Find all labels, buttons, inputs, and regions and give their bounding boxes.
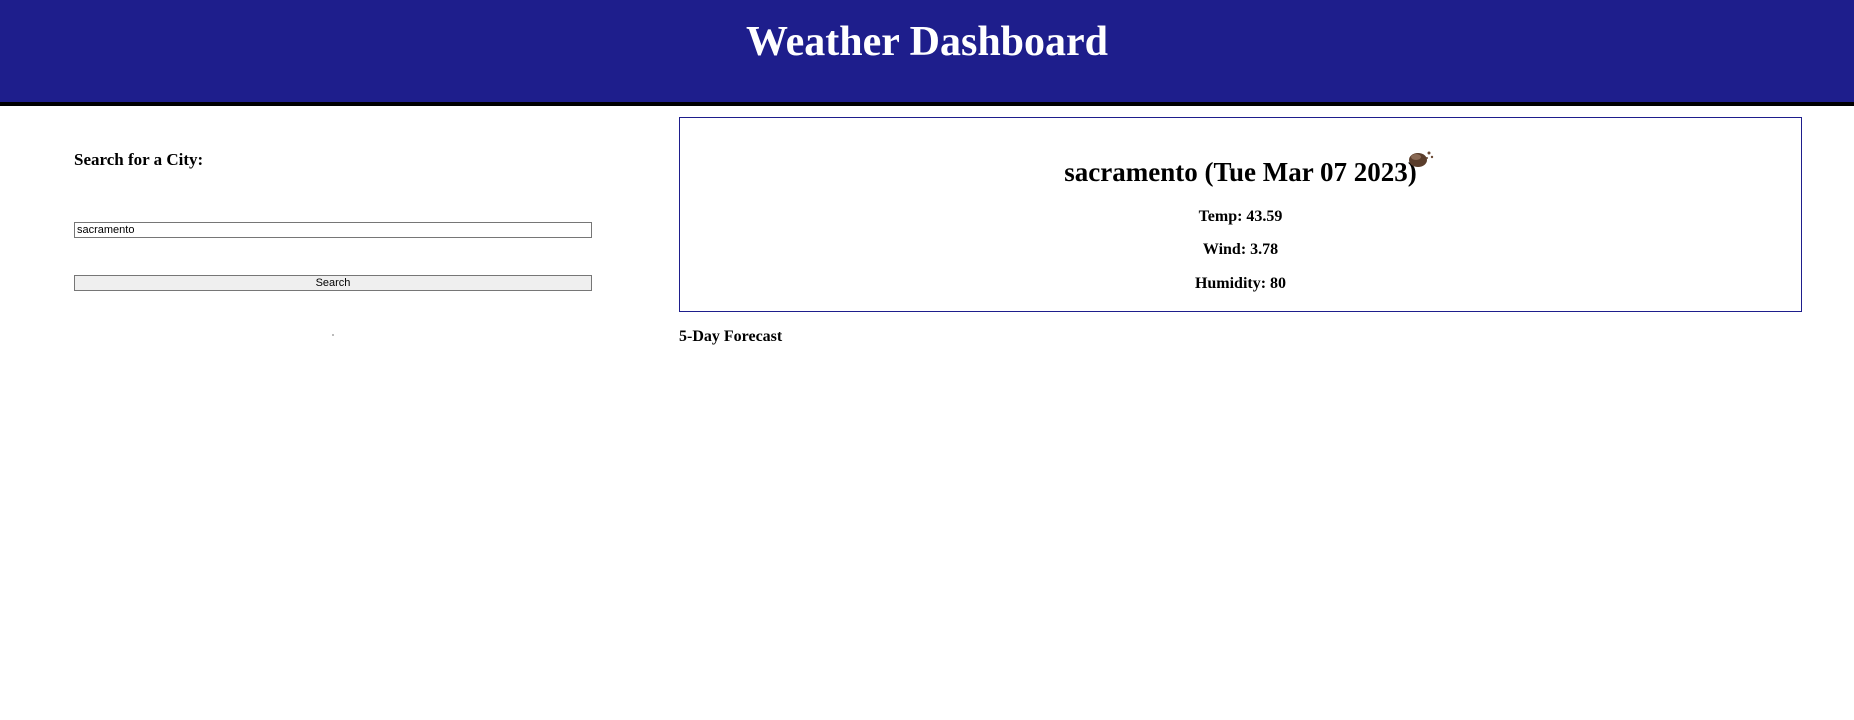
current-weather-card: sacramento (Tue Mar 07 2023) Temp: 43.59… (679, 117, 1802, 312)
page-title: Weather Dashboard (745, 19, 1109, 65)
current-humidity: Humidity: 80 (1194, 275, 1287, 292)
current-city-title: sacramento (Tue Mar 07 2023) (1064, 157, 1417, 187)
current-wind: Wind: 3.78 (1202, 241, 1279, 258)
search-history-list (332, 334, 334, 336)
forecast-heading: 5-Day Forecast (679, 328, 783, 345)
rain-cloud-icon (1409, 151, 1434, 167)
search-button[interactable]: Search (74, 275, 592, 291)
city-search-input[interactable] (74, 222, 592, 238)
page-header: Weather Dashboard (0, 0, 1854, 106)
search-label: Search for a City: (74, 150, 204, 169)
current-temp: Temp: 43.59 (1198, 208, 1283, 225)
